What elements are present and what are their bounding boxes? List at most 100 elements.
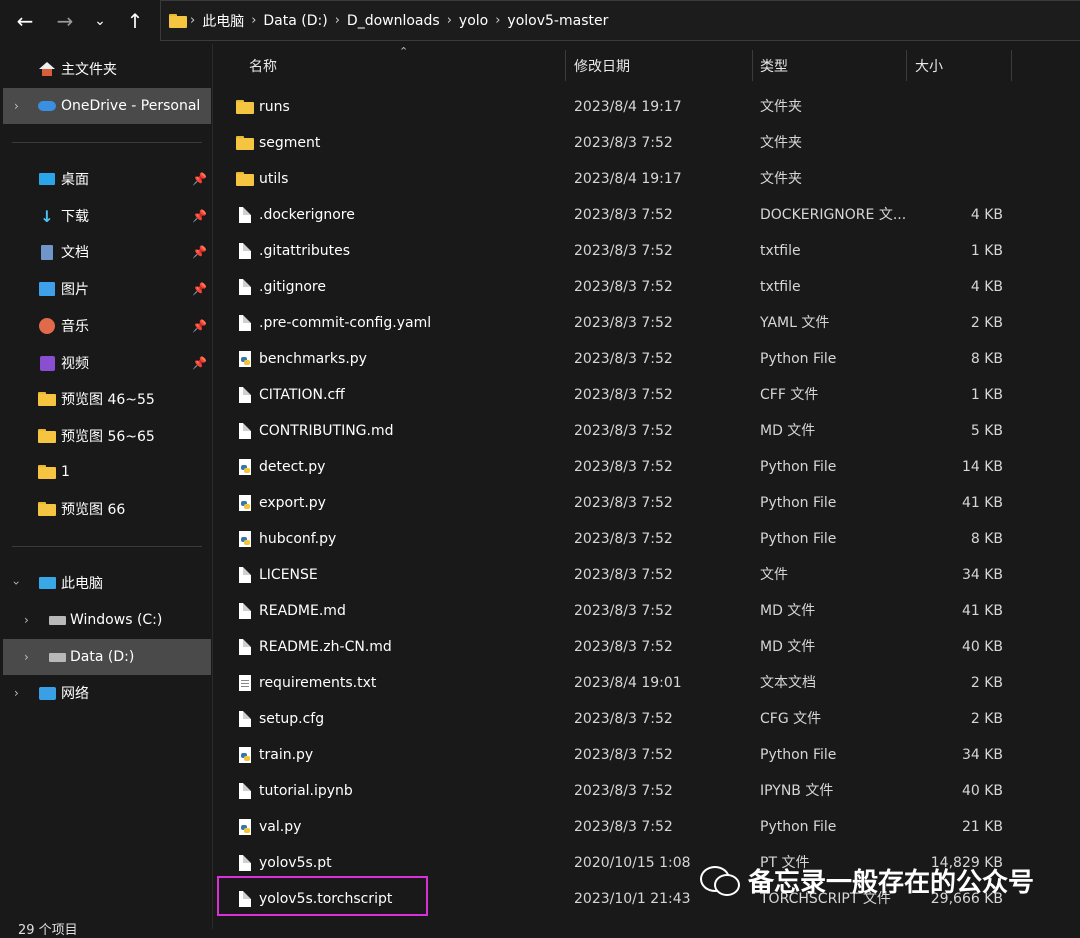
pin-icon[interactable]: 📌 — [192, 319, 207, 333]
file-icon — [236, 243, 254, 259]
file-date: 2023/8/3 7:52 — [574, 819, 673, 835]
file-name: segment — [259, 135, 321, 151]
sidebar-item-label: 桌面 — [61, 172, 89, 188]
file-date: 2023/8/4 19:01 — [574, 675, 682, 691]
sidebar-item-label: 此电脑 — [61, 576, 103, 592]
sidebar-item-music[interactable]: 音乐 📌 — [0, 308, 210, 344]
file-icon — [236, 387, 254, 403]
file-date: 2023/8/3 7:52 — [574, 459, 673, 475]
file-row[interactable]: utils 2023/8/4 19:17 文件夹 — [228, 161, 1018, 197]
file-icon — [236, 783, 254, 799]
music-icon — [38, 318, 56, 334]
sidebar-item-network[interactable]: › 网络 — [0, 675, 210, 711]
file-row[interactable]: .gitattributes 2023/8/3 7:52 txtfile 1 KB — [228, 233, 1018, 269]
file-row[interactable]: .gitignore 2023/8/3 7:52 txtfile 4 KB — [228, 269, 1018, 305]
file-row[interactable]: CITATION.cff 2023/8/3 7:52 CFF 文件 1 KB — [228, 377, 1018, 413]
up-button[interactable]: ↑ — [120, 6, 150, 36]
file-row[interactable]: setup.cfg 2023/8/3 7:52 CFG 文件 2 KB — [228, 701, 1018, 737]
sidebar-item-preview-66[interactable]: 预览图 66 — [0, 491, 210, 527]
sidebar-item-downloads[interactable]: ↓ 下载 📌 — [0, 198, 210, 234]
python-file-icon — [236, 351, 254, 367]
sidebar-item-windows-c[interactable]: › Windows (C:) — [0, 602, 210, 638]
file-date: 2023/8/3 7:52 — [574, 315, 673, 331]
file-row[interactable]: .dockerignore 2023/8/3 7:52 DOCKERIGNORE 文… — [228, 197, 1018, 233]
file-row[interactable]: hubconf.py 2023/8/3 7:52 Python File 8 KB — [228, 521, 1018, 557]
address-bar[interactable]: › 此电脑 › Data (D:) › D_downloads › yolo ›… — [160, 0, 1080, 41]
sidebar-item-preview-56-65[interactable]: 预览图 56~65 — [0, 418, 210, 454]
file-row[interactable]: LICENSE 2023/8/3 7:52 文件 34 KB — [228, 557, 1018, 593]
forward-button[interactable]: → — [50, 6, 80, 36]
text-file-icon — [236, 675, 254, 691]
file-row[interactable]: benchmarks.py 2023/8/3 7:52 Python File 8 K… — [228, 341, 1018, 377]
file-row[interactable]: val.py 2023/8/3 7:52 Python File 21 KB — [228, 809, 1018, 845]
column-header-type[interactable]: 类型 — [760, 48, 788, 84]
documents-icon — [38, 244, 56, 260]
file-icon — [236, 711, 254, 727]
breadcrumb-this-pc[interactable]: 此电脑 — [202, 11, 244, 31]
file-row[interactable]: detect.py 2023/8/3 7:52 Python File 14 KB — [228, 449, 1018, 485]
column-divider[interactable] — [565, 50, 566, 81]
file-type: Python File — [760, 747, 837, 763]
chevron-right-icon[interactable]: › — [14, 99, 19, 113]
file-row[interactable]: requirements.txt 2023/8/4 19:01 文本文档 2 KB — [228, 665, 1018, 701]
sidebar-item-preview-46-55[interactable]: 预览图 46~55 — [0, 381, 210, 417]
file-name: LICENSE — [259, 567, 318, 583]
file-row[interactable]: segment 2023/8/3 7:52 文件夹 — [228, 125, 1018, 161]
file-date: 2023/8/3 7:52 — [574, 243, 673, 259]
file-date: 2023/8/3 7:52 — [574, 603, 673, 619]
sidebar-item-desktop[interactable]: 桌面 📌 — [0, 161, 210, 197]
breadcrumb-data-drive[interactable]: Data (D:) — [263, 13, 327, 29]
column-divider[interactable] — [752, 50, 753, 81]
chevron-right-icon[interactable]: › — [24, 650, 29, 664]
file-row[interactable]: CONTRIBUTING.md 2023/8/3 7:52 MD 文件 5 KB — [228, 413, 1018, 449]
pin-icon[interactable]: 📌 — [192, 209, 207, 223]
file-row[interactable]: export.py 2023/8/3 7:52 Python File 41 KB — [228, 485, 1018, 521]
column-header-name[interactable]: 名称 — [249, 48, 277, 84]
file-row[interactable]: train.py 2023/8/3 7:52 Python File 34 KB — [228, 737, 1018, 773]
file-date: 2023/8/3 7:52 — [574, 495, 673, 511]
sort-ascending-icon: ⌃ — [399, 45, 409, 58]
sidebar-item-label: OneDrive - Personal — [61, 98, 201, 114]
chevron-right-icon[interactable]: › — [14, 686, 19, 700]
sidebar-item-data-d[interactable]: › Data (D:) — [3, 639, 211, 675]
sidebar-item-label: 视频 — [61, 356, 89, 372]
column-divider[interactable] — [906, 50, 907, 81]
breadcrumb-d-downloads[interactable]: D_downloads — [347, 13, 440, 29]
pin-icon[interactable]: 📌 — [192, 245, 207, 259]
file-name: .pre-commit-config.yaml — [259, 315, 432, 331]
sidebar-item-label: 文档 — [61, 245, 89, 261]
sidebar-item-onedrive[interactable]: › OneDrive - Personal — [3, 88, 211, 124]
recent-locations-button[interactable]: ⌄ — [85, 6, 115, 36]
sidebar-divider — [12, 546, 202, 547]
chevron-right-icon[interactable]: › — [24, 613, 29, 627]
column-header-date[interactable]: 修改日期 — [574, 48, 630, 84]
file-row[interactable]: tutorial.ipynb 2023/8/3 7:52 IPYNB 文件 40 KB — [228, 773, 1018, 809]
file-type: MD 文件 — [760, 423, 816, 439]
file-date: 2023/8/4 19:17 — [574, 99, 682, 115]
sidebar-item-pictures[interactable]: 图片 📌 — [0, 271, 210, 307]
breadcrumb-yolov5-master[interactable]: yolov5-master — [507, 13, 608, 29]
file-row[interactable]: README.zh-CN.md 2023/8/3 7:52 MD 文件 40 KB — [228, 629, 1018, 665]
chevron-down-icon[interactable]: › — [9, 581, 23, 586]
sidebar-item-videos[interactable]: 视频 📌 — [0, 345, 210, 381]
file-row[interactable]: .pre-commit-config.yaml 2023/8/3 7:52 YAML… — [228, 305, 1018, 341]
breadcrumb-yolo[interactable]: yolo — [459, 13, 488, 29]
file-name: runs — [259, 99, 290, 115]
sidebar-item-folder-1[interactable]: 1 — [0, 454, 210, 490]
sidebar-item-documents[interactable]: 文档 📌 — [0, 234, 210, 270]
python-file-icon — [236, 495, 254, 511]
sidebar-item-label: Windows (C:) — [70, 612, 163, 628]
column-header-size[interactable]: 大小 — [915, 48, 943, 84]
file-type: Python File — [760, 459, 837, 475]
sidebar-item-home[interactable]: 主文件夹 — [0, 51, 210, 87]
sidebar-item-this-pc[interactable]: › 此电脑 — [0, 565, 210, 601]
file-row[interactable]: README.md 2023/8/3 7:52 MD 文件 41 KB — [228, 593, 1018, 629]
pin-icon[interactable]: 📌 — [192, 282, 207, 296]
pin-icon[interactable]: 📌 — [192, 172, 207, 186]
drive-icon — [48, 649, 66, 665]
column-divider[interactable] — [1011, 50, 1012, 81]
chevron-down-icon: ⌄ — [94, 13, 106, 29]
file-row[interactable]: runs 2023/8/4 19:17 文件夹 — [228, 89, 1018, 125]
pin-icon[interactable]: 📌 — [192, 356, 207, 370]
back-button[interactable]: ← — [10, 6, 40, 36]
